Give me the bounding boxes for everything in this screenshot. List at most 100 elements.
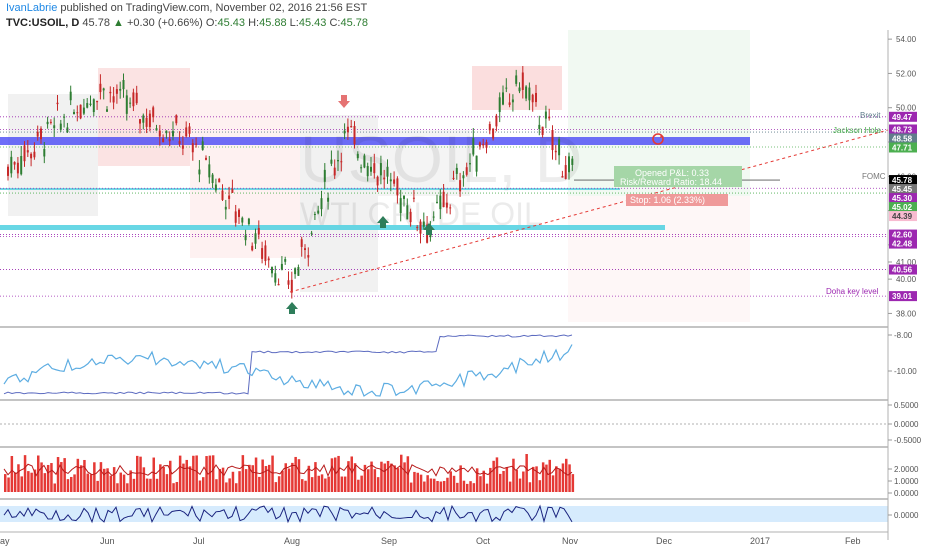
indicator-tick-label: 0.0000 [894,420,919,429]
histogram-bar [452,475,456,492]
histogram-bar [126,483,129,492]
histogram-bar [132,478,136,492]
candle-body [16,162,19,174]
candle-body [158,130,161,137]
candle-body [119,88,122,91]
candle-body [53,125,56,129]
signal-arrow-stem [426,229,432,235]
close-label: C: [329,17,341,29]
candle-body [231,189,234,193]
candle-body [551,130,554,151]
time-label: Feb [845,536,861,546]
candle-body [26,150,29,153]
histogram-bar [343,476,347,492]
histogram-bar [185,459,188,492]
price-tick-label: 38.00 [896,309,917,318]
candle-body [439,195,442,210]
candle-body [544,111,547,119]
histogram-bar [251,465,254,492]
candle-body [135,92,138,104]
candle-body [528,87,531,101]
histogram-bar [4,474,7,492]
candle-body [416,226,419,228]
histogram-bar [238,471,241,492]
candle-body [350,126,353,128]
candle-body [33,151,36,158]
candle-body [214,184,217,191]
candle-body [264,245,267,262]
high-label: H: [248,17,260,29]
candle-body [455,167,458,174]
candle-body [568,156,570,173]
change-value: +0.30 (+0.66%) [126,17,203,29]
candle-body [205,157,207,160]
high-value: 45.88 [259,17,287,29]
candle-body [112,96,115,103]
price-tick-label: 50.00 [896,104,917,113]
author-link[interactable]: IvanLabrie [6,2,57,14]
histogram-bar [63,458,66,492]
candle-body [7,166,9,176]
histogram-bar [376,477,380,492]
histogram-bar [258,476,261,492]
candle-body [521,72,524,90]
histogram-bar [545,464,548,492]
candle-body [86,103,89,108]
candle-body [333,167,336,176]
signal-arrow-stem [289,308,295,314]
price-label-text: 42.60 [892,231,913,240]
candle-body [142,115,145,123]
histogram-bar [119,472,122,492]
indicator-tick-label: 1.0000 [894,477,919,486]
candle-body [472,138,475,155]
candle-body [343,130,346,134]
histogram-bar [505,467,509,492]
candle-body [508,102,511,105]
histogram-bar [413,471,416,492]
histogram-bar [103,468,106,492]
candle-body [475,155,478,172]
chart-canvas: USOIL, D WTI CRUDE OIL Brexit Jackson Ho… [0,0,932,550]
candle-body [290,279,293,293]
histogram-bar [423,481,426,492]
candle-body [82,107,85,114]
candle-body [284,259,287,262]
histogram-bar [512,458,515,492]
histogram-bar [241,455,245,492]
histogram-bar [7,477,10,492]
candle-body [502,92,504,105]
histogram-bar [218,469,221,492]
annotation-fomc: FOMC [862,172,886,181]
last-price: 45.78 [82,17,110,29]
histogram-bar [215,479,218,492]
histogram-bar [429,478,433,492]
candle-body [13,162,16,165]
histogram-bar [152,457,155,492]
candle-body [449,207,452,209]
histogram-bar [198,480,202,492]
histogram-bar [439,481,443,492]
candle-body [178,141,181,144]
price-label-text: 45.02 [892,203,913,212]
candle-body [317,210,320,214]
candle-body [492,128,495,139]
histogram-bar [66,479,70,492]
candle-body [208,164,211,178]
price-label-text: 39.01 [892,292,913,301]
watermark-symbol: USOIL, D [300,122,582,196]
candle-body [498,97,501,113]
histogram-bar [202,477,205,492]
candle-body [561,176,564,178]
candle-body [541,126,544,136]
candle-body [241,217,244,223]
histogram-bar [122,474,126,492]
histogram-bar [310,477,314,492]
histogram-bar [79,465,83,492]
candle-body [482,143,485,146]
candle-body [218,178,221,183]
candle-body [469,163,471,165]
change-arrow: ▲ [113,17,124,29]
candle-body [478,142,481,147]
histogram-bar [466,483,469,492]
histogram-bar [56,457,60,492]
